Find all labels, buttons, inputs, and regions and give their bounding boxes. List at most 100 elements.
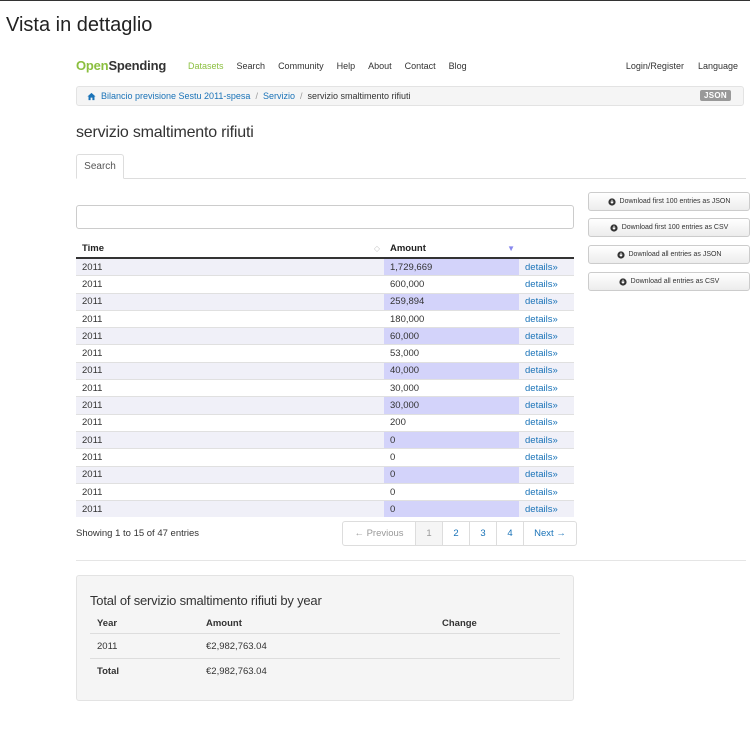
cell-amount: 180,000 bbox=[384, 309, 519, 328]
pagination-next[interactable]: Next → bbox=[523, 522, 576, 545]
cell-time: 2011 bbox=[76, 309, 384, 328]
details-link[interactable]: details» bbox=[519, 396, 574, 415]
details-link[interactable]: details» bbox=[519, 465, 574, 484]
breadcrumb-dataset[interactable]: Bilancio previsione Sestu 2011-spesa bbox=[101, 91, 250, 101]
download-icon bbox=[610, 223, 618, 232]
nav-right: Login/Register Language bbox=[626, 61, 738, 71]
breadcrumb-servizio[interactable]: Servizio bbox=[263, 91, 295, 101]
entries-table-body: 2011 1,729,669 details» 2011 600,000 details»… bbox=[76, 257, 574, 518]
nav-link-community[interactable]: Community bbox=[278, 61, 324, 71]
details-link[interactable]: details» bbox=[519, 413, 574, 432]
download-all-json-button[interactable]: Download all entries as JSON bbox=[588, 245, 750, 264]
cell-amount: 30,000 bbox=[384, 379, 519, 397]
download-icon bbox=[616, 250, 625, 259]
details-link[interactable]: details» bbox=[519, 448, 574, 467]
column-header-label: Time bbox=[82, 243, 105, 254]
pagination-previous[interactable]: ← Previous bbox=[343, 522, 415, 545]
pagination-page-4[interactable]: 4 bbox=[496, 522, 523, 545]
totals-header-amount: Amount bbox=[199, 613, 435, 634]
table-row: 2011 259,894 details» bbox=[76, 292, 574, 311]
page-heading: Vista in dettaglio bbox=[6, 14, 153, 36]
nav-link-contact[interactable]: Contact bbox=[405, 61, 436, 71]
details-link[interactable]: details» bbox=[519, 309, 574, 328]
details-link[interactable]: details» bbox=[519, 275, 574, 294]
nav-link-help[interactable]: Help bbox=[337, 61, 356, 71]
cell-time: 2011 bbox=[76, 344, 384, 363]
brand-spending: Spending bbox=[108, 58, 167, 73]
totals-panel: Total of servizio smaltimento rifiuti by… bbox=[76, 575, 574, 701]
cell-time: 2011 bbox=[76, 500, 384, 518]
download-label: Download first 100 entries as JSON bbox=[619, 198, 731, 205]
section-divider bbox=[76, 560, 746, 561]
pagination-page-1[interactable]: 1 bbox=[415, 522, 442, 545]
cell-amount: 0 bbox=[384, 430, 519, 449]
cell-amount: 53,000 bbox=[384, 344, 519, 363]
download-first-csv-button[interactable]: Download first 100 entries as CSV bbox=[588, 218, 750, 237]
details-link[interactable]: details» bbox=[519, 482, 574, 501]
cell-time: 2011 bbox=[76, 292, 384, 311]
download-label: Download all entries as JSON bbox=[628, 251, 722, 258]
cell-time: 2011 bbox=[76, 275, 384, 294]
nav-link-blog[interactable]: Blog bbox=[449, 61, 467, 71]
nav-links: Datasets Search Community Help About Con… bbox=[188, 61, 467, 71]
pagination-page-3[interactable]: 3 bbox=[469, 522, 496, 545]
brand-logo[interactable]: OpenSpending bbox=[76, 58, 166, 73]
cell-time: 2011 bbox=[76, 361, 384, 380]
totals-amount: €2,982,763.04 bbox=[199, 633, 435, 659]
nav-link-datasets[interactable]: Datasets bbox=[188, 61, 224, 71]
table-row: 2011 0 details» bbox=[76, 500, 574, 518]
cell-time: 2011 bbox=[76, 257, 384, 276]
pagination-page-2[interactable]: 2 bbox=[442, 522, 469, 545]
nav-link-about[interactable]: About bbox=[368, 61, 392, 71]
table-row: 2011 30,000 details» bbox=[76, 396, 574, 415]
table-row: 2011 0 details» bbox=[76, 448, 574, 467]
cell-time: 2011 bbox=[76, 327, 384, 345]
column-header-amount[interactable]: Amount ▼ bbox=[384, 240, 519, 259]
filter-input[interactable] bbox=[76, 205, 574, 229]
details-link[interactable]: details» bbox=[519, 292, 574, 311]
cell-time: 2011 bbox=[76, 379, 384, 397]
cell-amount: 0 bbox=[384, 465, 519, 484]
download-first-json-button[interactable]: Download first 100 entries as JSON bbox=[588, 192, 750, 211]
totals-row-total: Total €2,982,763.04 bbox=[90, 659, 560, 684]
column-header-time[interactable]: Time ◇ bbox=[76, 240, 384, 259]
breadcrumb-separator: / bbox=[299, 91, 303, 101]
totals-header-change: Change bbox=[435, 613, 560, 634]
details-link[interactable]: details» bbox=[519, 257, 574, 276]
totals-change bbox=[435, 659, 560, 684]
cell-time: 2011 bbox=[76, 396, 384, 415]
nav-link-language[interactable]: Language bbox=[698, 61, 738, 71]
nav-link-login[interactable]: Login/Register bbox=[626, 61, 684, 71]
nav-link-search[interactable]: Search bbox=[237, 61, 266, 71]
section-title: servizio smaltimento rifiuti bbox=[76, 124, 254, 141]
details-link[interactable]: details» bbox=[519, 500, 574, 518]
brand-open: Open bbox=[76, 58, 109, 73]
details-link[interactable]: details» bbox=[519, 361, 574, 380]
details-link[interactable]: details» bbox=[519, 344, 574, 363]
download-icon bbox=[619, 277, 627, 286]
details-link[interactable]: details» bbox=[519, 327, 574, 345]
breadcrumb: Bilancio previsione Sestu 2011-spesa / S… bbox=[76, 86, 744, 106]
download-all-csv-button[interactable]: Download all entries as CSV bbox=[588, 272, 750, 291]
totals-header-year: Year bbox=[90, 613, 199, 634]
download-icon bbox=[607, 197, 616, 206]
cell-amount: 200 bbox=[384, 413, 519, 432]
column-header-details bbox=[519, 240, 574, 259]
details-link[interactable]: details» bbox=[519, 379, 574, 397]
table-row: 2011 53,000 details» bbox=[76, 344, 574, 363]
cell-time: 2011 bbox=[76, 448, 384, 467]
tabs-divider bbox=[76, 178, 746, 179]
cell-time: 2011 bbox=[76, 465, 384, 484]
details-link[interactable]: details» bbox=[519, 430, 574, 449]
cell-amount: 1,729,669 bbox=[384, 257, 519, 276]
totals-title: Total of servizio smaltimento rifiuti by… bbox=[90, 593, 322, 608]
breadcrumb-current: servizio smaltimento rifiuti bbox=[307, 91, 411, 101]
sort-both-icon: ◇ bbox=[373, 244, 380, 253]
pagination: ← Previous 1 2 3 4 Next → bbox=[342, 521, 577, 546]
table-row: 2011 0 details» bbox=[76, 430, 574, 449]
json-badge[interactable]: JSON bbox=[700, 90, 731, 101]
column-header-label: Amount bbox=[390, 243, 426, 254]
tab-search[interactable]: Search bbox=[76, 154, 124, 179]
cell-amount: 259,894 bbox=[384, 292, 519, 311]
table-row: 2011 0 details» bbox=[76, 465, 574, 484]
